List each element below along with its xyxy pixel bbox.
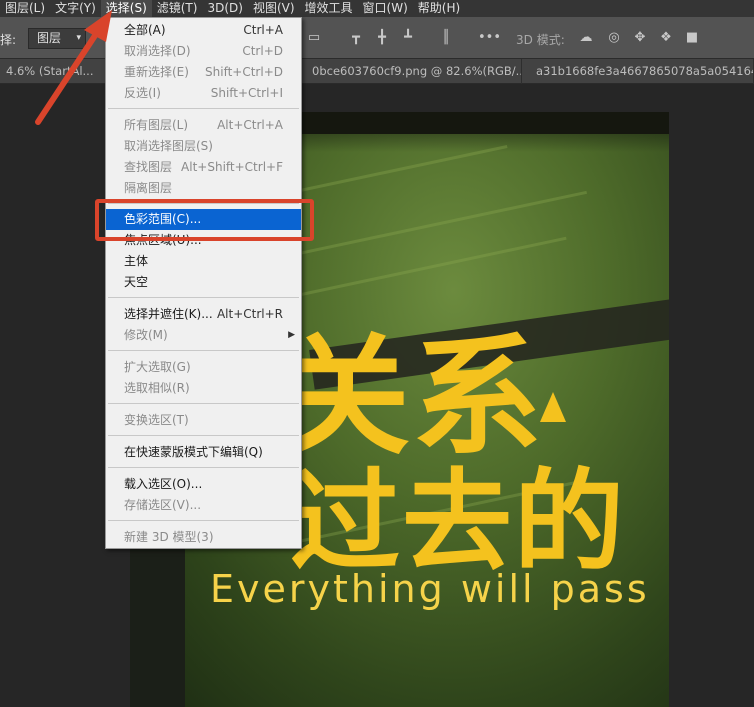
layer-select[interactable]: 图层 ▾ — [28, 28, 86, 49]
menu-item-label: 选择并遮住(K)... — [124, 307, 213, 321]
menu-item-subject[interactable]: 主体 — [106, 251, 301, 272]
menu-separator — [108, 350, 299, 351]
menu-bar: 图层(L) 文字(Y) 选择(S) 滤镜(T) 3D(D) 视图(V) 增效工具… — [0, 0, 754, 17]
menu-item-label: 全部(A) — [124, 23, 166, 37]
roll-3d-icon[interactable]: ◎ — [606, 30, 622, 46]
menu-item-deselect[interactable]: 取消选择(D) Ctrl+D — [106, 41, 301, 62]
menu-item-label: 主体 — [124, 254, 149, 268]
menu-select[interactable]: 选择(S) — [100, 0, 152, 17]
menu-item-label: 变换选区(T) — [124, 413, 189, 427]
menu-help[interactable]: 帮助(H) — [413, 0, 465, 17]
menu-filter[interactable]: 滤镜(T) — [152, 0, 203, 17]
menu-item-label: 扩大选取(G) — [124, 360, 191, 374]
select-menu-dropdown: 全部(A) Ctrl+A 取消选择(D) Ctrl+D 重新选择(E) Shif… — [105, 17, 302, 549]
more-options-icon[interactable]: ••• — [478, 30, 501, 46]
menu-plugins[interactable]: 增效工具 — [300, 0, 358, 17]
menu-separator — [108, 435, 299, 436]
menu-item-select-and-mask[interactable]: 选择并遮住(K)... Alt+Ctrl+R — [106, 304, 301, 325]
menu-item-label: 重新选择(E) — [124, 65, 189, 79]
menu-item-label: 隔离图层 — [124, 181, 173, 195]
menu-item-save-selection[interactable]: 存储选区(V)... — [106, 495, 301, 516]
menu-3d[interactable]: 3D(D) — [202, 0, 247, 17]
align-vcenter-icon[interactable]: ╋ — [374, 30, 390, 46]
menu-item-load-selection[interactable]: 载入选区(O)... — [106, 474, 301, 495]
menu-separator — [108, 520, 299, 521]
align-top-icon[interactable]: ┳ — [348, 30, 364, 46]
poster-english-text: Everything will pass — [210, 567, 650, 611]
camera-3d-icon[interactable]: ■ — [684, 30, 700, 46]
menu-item-shortcut: Alt+Shift+Ctrl+F — [181, 160, 283, 174]
mode-3d-label: 3D 模式: — [516, 33, 565, 47]
menu-item-label: 所有图层(L) — [124, 118, 189, 132]
tab-document-1[interactable]: 4.6% (StartAl... — [0, 59, 110, 84]
menu-item-label: 反选(I) — [124, 86, 161, 100]
chevron-down-icon: ▾ — [76, 33, 81, 43]
menu-layer[interactable]: 图层(L) — [0, 0, 50, 17]
menu-item-shortcut: Shift+Ctrl+I — [210, 86, 283, 100]
menu-item-quick-mask[interactable]: 在快速蒙版模式下编辑(Q) — [106, 442, 301, 463]
menu-separator — [108, 108, 299, 109]
tab-document-2[interactable]: 0bce603760cf9.png @ 82.6%(RGB/... — [306, 59, 522, 84]
menu-item-label: 存储选区(V)... — [124, 498, 202, 512]
layer-select-value: 图层 — [37, 31, 62, 45]
menu-view[interactable]: 视图(V) — [248, 0, 300, 17]
menu-item-similar[interactable]: 选取相似(R) — [106, 378, 301, 399]
tab-document-3[interactable]: a31b1668fe3a4667865078a5a0541648.pr... — [530, 59, 754, 84]
orbit-3d-icon[interactable]: ☁ — [578, 30, 594, 46]
menu-item-label: 修改(M) — [124, 328, 168, 342]
menu-item-all[interactable]: 全部(A) Ctrl+A — [106, 20, 301, 41]
menu-item-shortcut: Ctrl+D — [242, 44, 283, 58]
menu-item-isolate-layers[interactable]: 隔离图层 — [106, 178, 301, 199]
motion-streak — [292, 190, 588, 257]
menu-item-label: 载入选区(O)... — [124, 477, 203, 491]
submenu-arrow-icon: ▶ — [288, 330, 295, 340]
menu-item-sky[interactable]: 天空 — [106, 272, 301, 293]
slide-3d-icon[interactable]: ❖ — [658, 30, 674, 46]
menu-separator — [108, 297, 299, 298]
menu-item-all-layers[interactable]: 所有图层(L) Alt+Ctrl+A — [106, 115, 301, 136]
menu-item-inverse[interactable]: 反选(I) Shift+Ctrl+I — [106, 83, 301, 104]
menu-separator — [108, 403, 299, 404]
menu-item-reselect[interactable]: 重新选择(E) Shift+Ctrl+D — [106, 62, 301, 83]
menu-item-label: 选取相似(R) — [124, 381, 190, 395]
menu-item-new-3d-model[interactable]: 新建 3D 模型(3) — [106, 527, 301, 548]
menu-item-label: 天空 — [124, 275, 149, 289]
menu-item-label: 在快速蒙版模式下编辑(Q) — [124, 445, 263, 459]
menu-item-label: 查找图层 — [124, 160, 173, 174]
menu-separator — [108, 467, 299, 468]
menu-window[interactable]: 窗口(W) — [358, 0, 413, 17]
menu-item-shortcut: Shift+Ctrl+D — [205, 65, 283, 79]
menu-item-modify[interactable]: 修改(M) ▶ — [106, 325, 301, 346]
select-label: 择: — [0, 33, 17, 47]
annotation-highlight-box — [95, 199, 314, 241]
menu-item-shortcut: Alt+Ctrl+R — [216, 307, 283, 321]
menu-item-label: 取消选择图层(S) — [124, 139, 213, 153]
menu-type[interactable]: 文字(Y) — [50, 0, 101, 17]
distribute-icon[interactable]: ║ — [438, 30, 454, 46]
menu-item-transform-selection[interactable]: 变换选区(T) — [106, 410, 301, 431]
align-icon[interactable]: ▭ — [306, 30, 322, 46]
menu-item-grow[interactable]: 扩大选取(G) — [106, 357, 301, 378]
menu-item-label: 新建 3D 模型(3) — [124, 530, 214, 544]
menu-item-label: 取消选择(D) — [124, 44, 191, 58]
menu-item-shortcut: Ctrl+A — [243, 23, 283, 37]
align-bottom-icon[interactable]: ┻ — [400, 30, 416, 46]
pan-3d-icon[interactable]: ✥ — [632, 30, 648, 46]
menu-item-shortcut: Alt+Ctrl+A — [217, 118, 283, 132]
menu-item-deselect-layers[interactable]: 取消选择图层(S) — [106, 136, 301, 157]
menu-item-find-layers[interactable]: 查找图层 Alt+Shift+Ctrl+F — [106, 157, 301, 178]
